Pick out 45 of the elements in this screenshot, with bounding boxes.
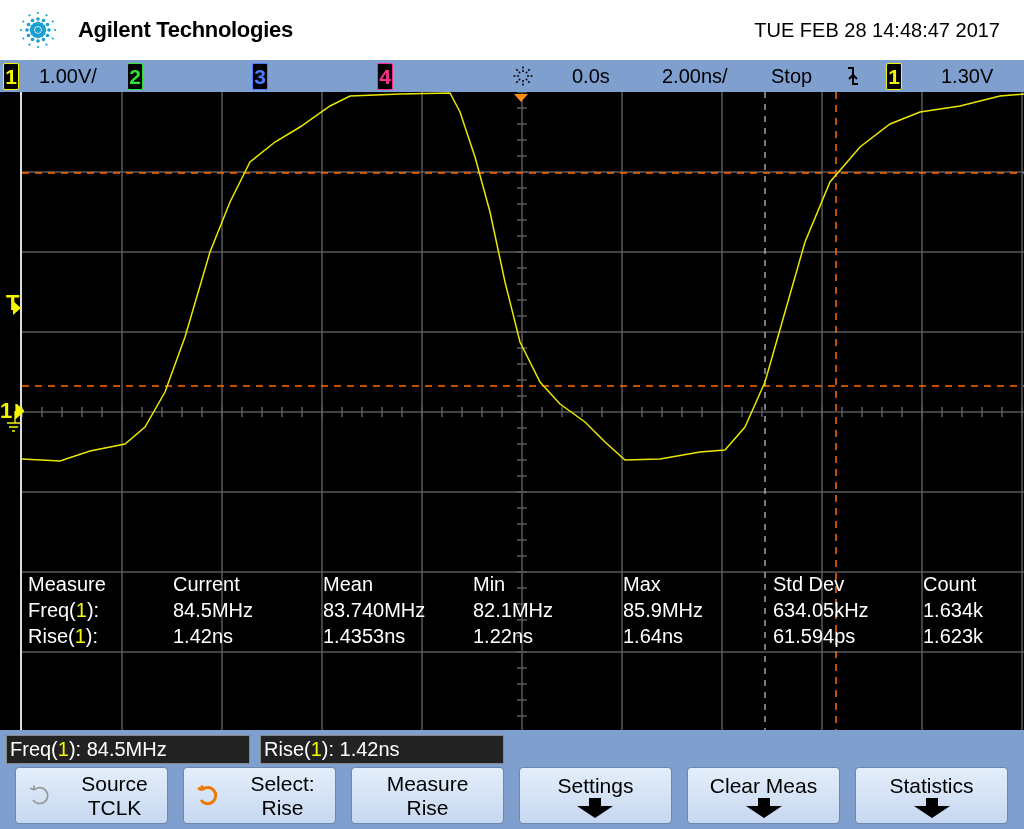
measurement-value: 1.64ns [623,625,684,647]
measurement-value: 1.22ns [473,625,534,647]
column-header: Count [923,573,977,595]
softkey-button[interactable]: Settings [519,767,672,824]
column-header: Measure [28,573,106,595]
trigger-level: 1.30V [941,65,994,88]
measurement-value: 82.1MHz [473,599,554,621]
trigger-channel-number[interactable]: 1 [886,63,902,90]
trigger-position-icon [514,94,528,102]
volts-per-division: 1.00V/ [39,65,97,88]
channel-number[interactable]: 1 [3,63,19,90]
softkey-button[interactable]: Measure Rise [351,767,504,824]
channel-number[interactable]: 4 [377,63,393,90]
time-per-division: 2.00ns/ [662,65,728,88]
run-state: Stop [771,65,813,88]
ground-marker: 1 [0,398,13,424]
column-header: Std Dev [773,573,845,595]
measurement-label: Freq(1): [28,599,100,621]
brand-name: Agilent Technologies [78,17,293,43]
measurement-readout: Freq(1): 84.5MHz [6,735,250,764]
measurement-value: 61.594ps [773,625,856,647]
softkey-button[interactable]: Source TCLK [15,767,168,824]
column-header: Current [173,573,240,595]
measurement-label: Rise(1): [28,625,98,647]
channel-number[interactable]: 3 [252,63,268,90]
cursor-line[interactable] [835,92,837,730]
channel-number[interactable]: 2 [127,63,143,90]
column-header: Max [623,573,661,595]
measurement-value: 1.623k [923,625,984,647]
measurement-value: 634.05kHz [773,599,869,621]
time-delay: 0.0s [572,65,610,88]
falling-edge-icon [846,66,860,86]
measurement-value: 1.634k [923,599,984,621]
column-header: Min [473,573,506,595]
softkey-button[interactable]: Clear Meas [687,767,840,824]
measurement-value: 85.9MHz [623,599,704,621]
measurement-value: 84.5MHz [173,599,254,621]
softkey-button[interactable]: Statistics [855,767,1008,824]
column-header: Mean [323,573,374,595]
measurement-value: 1.4353ns [323,625,406,647]
measurement-value: 1.42ns [173,625,234,647]
date-time: TUE FEB 28 14:48:47 2017 [754,18,1000,42]
softkey-button[interactable]: Select: Rise [183,767,336,824]
measurement-value: 83.740MHz [323,599,426,621]
measurement-readout: Rise(1): 1.42ns [260,735,504,764]
